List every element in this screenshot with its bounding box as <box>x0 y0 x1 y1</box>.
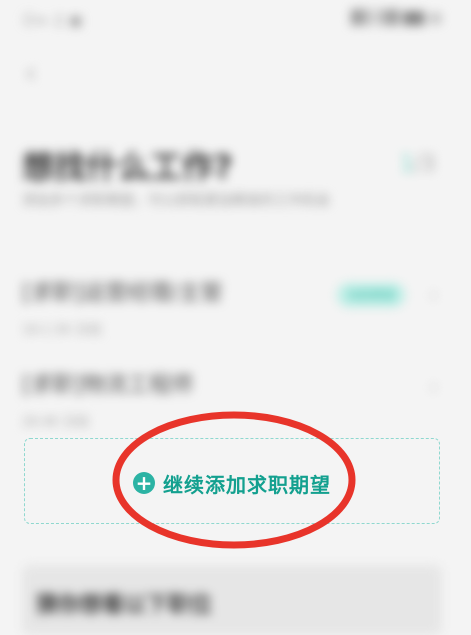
plus-icon: + <box>133 472 155 494</box>
add-expectation-label: 继续添加求职期望 <box>163 472 331 497</box>
recommended-jobs-label: 猜你想看以下职位 <box>36 593 213 618</box>
job-title: [求职]物流工程师 <box>22 373 194 398</box>
recommended-jobs-panel: 猜你想看以下职位 <box>22 565 442 635</box>
job-subtitle: 2K-4K 日结 <box>22 415 90 430</box>
blurred-background: ⓐ∞ ♫ ▣ ▓▒ ▒▓ ▇▇ ▤ ‹ 想找什么工作? 1/3 添加多个求职期望… <box>0 0 471 635</box>
expectation-count: 1/3 <box>400 152 435 177</box>
back-arrow-icon[interactable]: ‹ <box>25 56 36 89</box>
job-expectation-item[interactable]: [求职]运营经理/主管 1K-1.5K 日结 当前期望 › <box>22 275 442 338</box>
chevron-right-icon: › <box>429 375 438 400</box>
job-subtitle: 1K-1.5K 日结 <box>22 323 102 338</box>
status-right: ▓▒ ▒▓ ▇▇ ▤ <box>350 10 442 26</box>
count-total: /3 <box>414 152 436 177</box>
chevron-right-icon: › <box>429 283 438 308</box>
count-current: 1 <box>400 152 414 177</box>
current-expectation-badge: 当前期望 <box>337 283 405 307</box>
page-title: 想找什么工作? <box>22 148 233 186</box>
add-expectation-button[interactable]: + 继续添加求职期望 <box>133 468 331 498</box>
page-subtitle: 添加多个求职期望，可以获取更加精准的工作机会 <box>22 193 330 209</box>
status-left: ⓐ∞ ♫ ▣ <box>22 13 83 29</box>
job-expectation-item[interactable]: [求职]物流工程师 2K-4K 日结 › <box>22 367 442 430</box>
status-bar: ⓐ∞ ♫ ▣ ▓▒ ▒▓ ▇▇ ▤ <box>22 8 442 30</box>
